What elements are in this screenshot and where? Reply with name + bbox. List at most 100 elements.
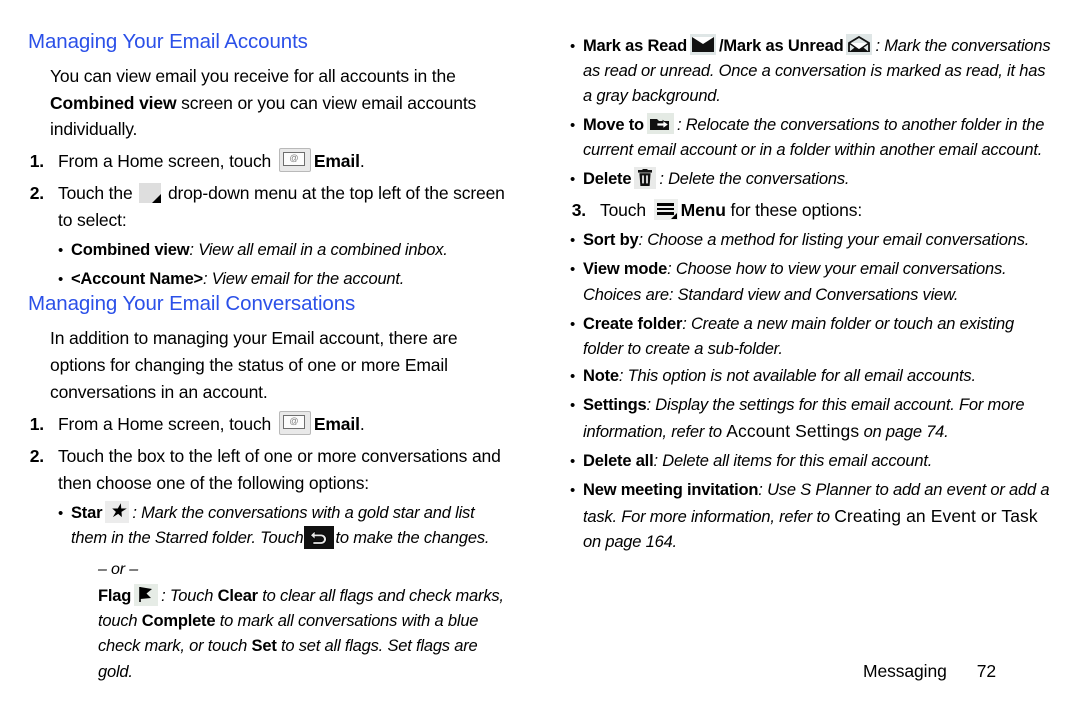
- envelope-open-icon: [846, 34, 873, 55]
- step-number: 3.: [571, 200, 586, 221]
- flag-icon: [134, 584, 159, 607]
- intro-paragraph-conversations: In addition to managing your Email accou…: [50, 327, 458, 402]
- step-1-accounts: 1. From a Home screen, touch Email.: [28, 148, 510, 175]
- step-number: 1.: [29, 151, 44, 172]
- page-footer: Messaging 72: [863, 661, 996, 682]
- note-indent-spacer: [570, 364, 583, 389]
- bullet-content: Settings: Display the settings for this …: [583, 393, 1052, 445]
- sort-by-description: : Choose a method for listing your email…: [638, 231, 1030, 250]
- email-app-icon: [278, 148, 311, 173]
- step-text-before: Touch: [600, 200, 651, 221]
- bullet-content: View mode: Choose how to view your email…: [583, 257, 1052, 307]
- view-mode-label: View mode: [583, 260, 668, 279]
- step-content: Touch the box to the left of one or more…: [58, 443, 510, 685]
- bullet-dot-icon: [570, 478, 583, 555]
- right-column: Mark as Read/Mark as Unread: Mark the co…: [528, 30, 1052, 660]
- bullet-dot-icon: [570, 167, 583, 192]
- menu-label: Menu: [680, 200, 726, 221]
- bullet-dot-icon: [58, 501, 71, 551]
- set-button-label: Set: [251, 637, 277, 656]
- bullet-dot-icon: [570, 34, 583, 109]
- step-2-accounts: 2. Touch the drop-down menu at the top l…: [28, 180, 510, 292]
- step-text-before: From a Home screen, touch: [58, 413, 276, 434]
- bullet-dot-icon: [570, 228, 583, 253]
- bullet-dot-icon: [570, 312, 583, 362]
- meeting-description-part2: on page 164.: [583, 533, 677, 552]
- bullet-content: Delete all: Delete all items for this em…: [583, 449, 1052, 474]
- move-to-label: Move to: [583, 116, 644, 135]
- step-content: From a Home screen, touch Email.: [58, 148, 510, 175]
- bullet-content: Move to: Relocate the conversations to a…: [583, 113, 1052, 163]
- bullet-content: Combined view: View all email in a combi…: [71, 238, 510, 263]
- note-content: Note: This option is not available for a…: [583, 364, 1052, 389]
- bullet-content: Delete: Delete the conversations.: [583, 167, 1052, 192]
- menu-icon: [653, 199, 678, 221]
- option-label: Combined view: [71, 241, 190, 260]
- create-folder-label: Create folder: [583, 314, 683, 333]
- step-text: Touch the box to the left of one or more…: [58, 445, 501, 493]
- bullet-dot-icon: [570, 113, 583, 163]
- step-text-after: for these options:: [725, 200, 863, 221]
- bullet-content: <Account Name>: View email for the accou…: [71, 267, 510, 292]
- left-column: Managing Your Email Accounts You can vie…: [28, 30, 528, 681]
- bullet-content: Star: Mark the conversations with a gold…: [71, 500, 510, 551]
- step-number: 2.: [29, 183, 44, 204]
- star-description-part2: to make the changes.: [335, 528, 490, 547]
- step-content: Touch the drop-down menu at the top left…: [58, 180, 510, 292]
- bullet-dot-icon: [570, 393, 583, 445]
- list-item-delete-all: Delete all: Delete all items for this em…: [570, 449, 1052, 474]
- note-text: : This option is not available for all e…: [618, 366, 976, 385]
- bullet-content: New meeting invitation: Use S Planner to…: [583, 478, 1052, 555]
- star-icon: [105, 500, 130, 523]
- delete-all-label: Delete all: [583, 452, 654, 471]
- flag-label: Flag: [98, 587, 132, 606]
- intro-text-part1: You can view email you receive for all a…: [50, 65, 456, 86]
- bullet-dot-icon: [58, 267, 71, 292]
- note-block: Note: This option is not available for a…: [570, 364, 1052, 389]
- dropdown-icon: [139, 183, 162, 204]
- or-separator: – or –: [98, 560, 139, 578]
- step-3-menu: 3. Touch Menu for these options:: [570, 197, 1052, 224]
- star-label: Star: [71, 503, 103, 522]
- note-label: Note: [583, 366, 619, 385]
- cross-reference-creating-event-task[interactable]: Creating an Event or Task: [834, 506, 1038, 526]
- clear-button-label: Clear: [217, 587, 258, 606]
- step-text-after: .: [359, 151, 365, 172]
- list-item-sort-by: Sort by: Choose a method for listing you…: [570, 228, 1052, 253]
- mark-as-read-label: Mark as Read: [583, 37, 687, 55]
- page-title-managing-email-conversations: Managing Your Email Conversations: [28, 292, 356, 316]
- bullet-content: Mark as Read/Mark as Unread: Mark the co…: [583, 34, 1052, 109]
- intro-paragraph-accounts: You can view email you receive for all a…: [28, 63, 510, 144]
- footer-page-number: 72: [976, 661, 996, 681]
- combined-view-term: Combined view: [50, 92, 177, 113]
- step-text-before: Touch the: [58, 183, 138, 204]
- step-number: 1.: [29, 413, 44, 434]
- list-item-mark-as-read-unread: Mark as Read/Mark as Unread: Mark the co…: [570, 34, 1052, 109]
- step-text-before: From a Home screen, touch: [58, 151, 276, 172]
- step-text-after: .: [359, 413, 365, 434]
- step-content: From a Home screen, touch Email.: [58, 410, 510, 438]
- document-page: Managing Your Email Accounts You can vie…: [0, 0, 1080, 720]
- option-description: : View all email in a combined inbox.: [189, 241, 448, 260]
- move-to-folder-icon: [646, 113, 674, 135]
- email-label: Email: [313, 151, 360, 172]
- bullet-content: Sort by: Choose a method for listing you…: [583, 228, 1052, 253]
- cross-reference-account-settings[interactable]: Account Settings: [726, 421, 859, 441]
- email-label: Email: [313, 413, 360, 434]
- list-item-move-to: Move to: Relocate the conversations to a…: [570, 113, 1052, 163]
- list-item-view-mode: View mode: Choose how to view your email…: [570, 257, 1052, 307]
- list-item-settings: Settings: Display the settings for this …: [570, 393, 1052, 445]
- settings-label: Settings: [583, 395, 647, 414]
- step-1-conversations: 1. From a Home screen, touch Email.: [28, 410, 510, 438]
- delete-description: : Delete the conversations.: [659, 170, 850, 189]
- bullet-dot-icon: [58, 238, 71, 263]
- trash-icon: [634, 167, 657, 190]
- mark-as-unread-label: Mark as Unread: [723, 37, 844, 55]
- step-2-conversations: 2. Touch the box to the left of one or m…: [28, 443, 510, 685]
- list-item-account-name: <Account Name>: View email for the accou…: [58, 267, 510, 292]
- two-column-layout: Managing Your Email Accounts You can vie…: [0, 0, 1080, 681]
- step-number: 2.: [29, 445, 44, 466]
- flag-seg1: : Touch: [161, 587, 218, 606]
- list-item-delete: Delete: Delete the conversations.: [570, 167, 1052, 192]
- complete-button-label: Complete: [141, 612, 216, 631]
